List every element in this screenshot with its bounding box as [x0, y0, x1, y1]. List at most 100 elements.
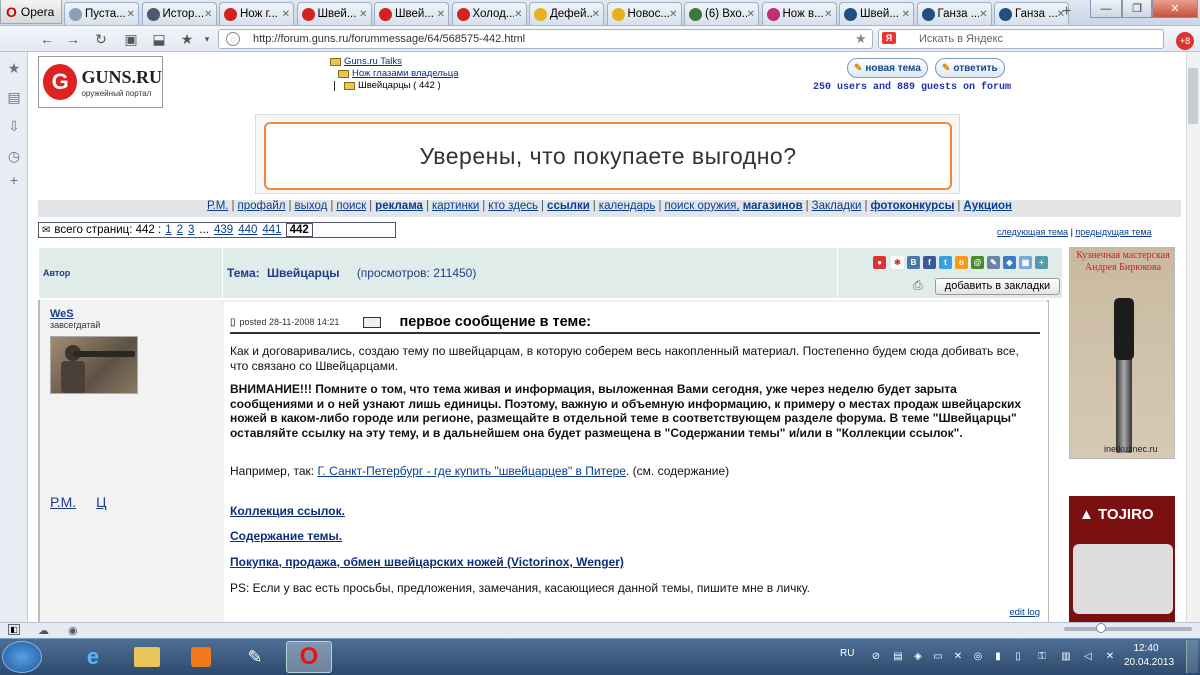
friendfeed-icon[interactable]: ▦ [1019, 256, 1032, 269]
browser-tab[interactable]: (6) Вхо...✕ [684, 2, 759, 25]
breadcrumb-root[interactable]: Guns.ru Talks [330, 56, 402, 67]
close-tab-icon[interactable]: ✕ [359, 9, 367, 20]
opera-menu-button[interactable]: O Opera [0, 0, 62, 24]
printer-icon[interactable]: ⎙ [913, 278, 923, 293]
twitter-icon[interactable]: t [939, 256, 952, 269]
opera-extension-icon[interactable]: +8 [1176, 32, 1194, 50]
downloads-panel-icon[interactable]: ⇩ [6, 118, 22, 134]
browser-tab[interactable]: Ганза ... ✕ [916, 2, 992, 25]
reload-icon[interactable]: ↻ [92, 30, 110, 48]
prev-topic-link[interactable]: предыдущая тема [1075, 227, 1151, 237]
add-more-icon[interactable]: + [1035, 256, 1048, 269]
trade-link[interactable]: Покупка, продажа, обмен швейцарских ноже… [230, 555, 624, 570]
menu-item[interactable]: календарь [599, 200, 656, 212]
network-icon[interactable]: ▥ [1060, 651, 1072, 663]
bookmark-page-icon[interactable]: ★ [855, 31, 867, 47]
example-link[interactable]: Г. Санкт-Петербург - где купить "швейцар… [317, 464, 626, 478]
zoom-slider-knob[interactable] [1096, 623, 1106, 633]
share-icon[interactable]: ● [873, 256, 886, 269]
menu-item[interactable]: картинки [432, 200, 479, 212]
menu-item[interactable]: ссылки [547, 200, 590, 212]
vertical-scrollbar[interactable] [1186, 52, 1200, 622]
menu-item[interactable]: кто здесь [488, 200, 538, 212]
menu-item[interactable]: Закладки [812, 200, 862, 212]
turbo-icon[interactable]: ◉ [68, 624, 78, 637]
breadcrumb-link-forum[interactable]: Нож глазами владельца [352, 68, 459, 79]
page-link[interactable]: 439 [214, 224, 233, 236]
browser-tab[interactable]: Швей... ✕ [374, 2, 449, 25]
close-tab-icon[interactable]: ✕ [824, 9, 832, 20]
close-tab-icon[interactable]: ✕ [514, 9, 522, 20]
page-link[interactable]: 1 [165, 224, 171, 236]
mailru-icon[interactable]: @ [971, 256, 984, 269]
paint-icon[interactable]: ✎ [232, 641, 278, 673]
page-link[interactable]: 441 [262, 224, 281, 236]
side-ad-tojiro[interactable]: ▲ TOJIRO [1069, 496, 1175, 622]
close-tab-icon[interactable]: ✕ [127, 9, 135, 20]
chevron-down-icon[interactable]: ▾ [198, 30, 216, 48]
close-tab-icon[interactable]: ✕ [902, 9, 910, 20]
menu-item[interactable]: фотоконкурсы [870, 200, 954, 212]
tray-icon[interactable]: ✕ [1104, 651, 1116, 663]
close-tab-icon[interactable]: ✕ [747, 9, 755, 20]
page-link[interactable]: 440 [238, 224, 257, 236]
show-desktop-button[interactable] [1186, 640, 1198, 673]
panel-toggle-icon[interactable]: ◧ [8, 624, 20, 635]
tray-icon[interactable]: ▭ [932, 651, 944, 663]
close-tab-icon[interactable]: ✕ [437, 9, 445, 20]
envelope-icon[interactable] [363, 316, 382, 328]
browser-tab[interactable]: Нож г... ✕ [219, 2, 294, 25]
tray-icon[interactable]: ▤ [892, 651, 904, 663]
reply-button[interactable]: ✎ ответить [935, 58, 1005, 78]
topic-contents-link[interactable]: Содержание темы. [230, 529, 342, 544]
new-topic-button[interactable]: ✎ новая тема [847, 58, 928, 78]
browser-tab[interactable]: Дефей... ✕ [529, 2, 604, 25]
bookmark-service-icon[interactable]: ◆ [1003, 256, 1016, 269]
speed-dial-icon[interactable]: ▣ [122, 30, 140, 48]
edit-log-link[interactable]: edit log [1009, 607, 1040, 618]
bookmarks-icon[interactable]: ★ [6, 60, 22, 76]
tray-icon[interactable]: ◈ [912, 651, 924, 663]
menu-item[interactable]: реклама [375, 200, 423, 212]
add-bookmark-button[interactable]: добавить в закладки [935, 278, 1060, 295]
search-input[interactable]: Искать в Яндекс [878, 29, 1164, 49]
notes-icon[interactable]: ▤ [6, 89, 22, 105]
file-explorer-icon[interactable] [124, 641, 170, 673]
close-tab-icon[interactable]: ✕ [669, 9, 677, 20]
site-logo[interactable]: G GUNS.RU оружейный портал [38, 56, 163, 108]
browser-tab[interactable]: Пуста... ✕ [64, 2, 139, 25]
mail-envelope-icon[interactable]: ✉ [42, 225, 50, 236]
volume-icon[interactable]: ◁ [1082, 651, 1094, 663]
browser-tab[interactable]: Истор... ✕ [141, 2, 217, 25]
tray-icon[interactable]: ✕ [952, 651, 964, 663]
new-tab-button[interactable]: + [1062, 4, 1078, 20]
person-icon[interactable]: ✱ [891, 256, 904, 269]
livejournal-icon[interactable]: ✎ [987, 256, 1000, 269]
yandex-icon[interactable]: Я [882, 32, 896, 44]
menu-item[interactable]: Р.М. [207, 200, 228, 212]
bookmark-star-icon[interactable]: ★ [178, 30, 196, 48]
browser-tab[interactable]: Нож в... ✕ [761, 2, 837, 25]
site-info-icon[interactable]: ◌ [226, 32, 240, 46]
close-tab-icon[interactable]: ✕ [592, 9, 600, 20]
tray-icon[interactable]: ◎ [972, 651, 984, 663]
close-tab-icon[interactable]: ✕ [979, 9, 987, 20]
private-message-link[interactable]: Р.М. [50, 494, 76, 510]
maximize-button[interactable]: ❐ [1122, 0, 1152, 18]
cloud-icon[interactable]: ☁ [38, 624, 49, 637]
back-icon[interactable]: ← [38, 30, 56, 48]
history-icon[interactable]: ◷ [6, 148, 22, 164]
author-nick[interactable]: WeS [50, 308, 100, 320]
menu-item[interactable]: поиск оружия, [664, 200, 739, 212]
zoom-slider[interactable] [1064, 627, 1192, 631]
forward-icon[interactable]: → [64, 30, 82, 48]
next-topic-link[interactable]: следующая тема [997, 227, 1068, 237]
odnoklassniki-icon[interactable]: o [955, 256, 968, 269]
facebook-icon[interactable]: f [923, 256, 936, 269]
downloads-icon[interactable]: ⬓ [150, 30, 168, 48]
close-tab-icon[interactable]: ✕ [204, 9, 212, 20]
browser-tab[interactable]: Швей... ✕ [839, 2, 914, 25]
tray-icon[interactable]: ▮ [992, 651, 1004, 663]
page-link[interactable]: 3 [188, 224, 194, 236]
menu-item[interactable]: поиск [336, 200, 366, 212]
